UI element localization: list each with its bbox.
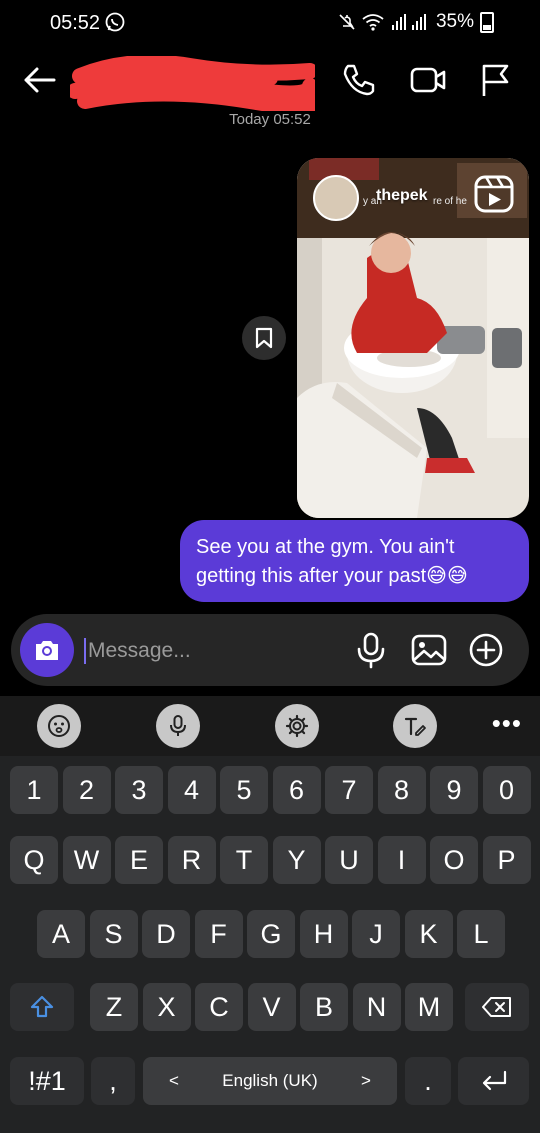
date-separator: Today 05:52: [229, 111, 311, 128]
gallery-icon[interactable]: [407, 628, 451, 672]
bookmark-icon: [255, 327, 273, 349]
reel-author-username[interactable]: thepek: [376, 187, 428, 205]
key-x[interactable]: X: [142, 983, 191, 1031]
key-m[interactable]: M: [405, 983, 453, 1031]
save-reel-button[interactable]: [242, 316, 286, 360]
key-l[interactable]: L: [457, 910, 505, 958]
key-k[interactable]: K: [404, 910, 453, 958]
key-t[interactable]: T: [220, 836, 268, 884]
symbols-key[interactable]: !#1: [10, 1057, 84, 1105]
wifi-icon: [362, 14, 384, 31]
key-r[interactable]: R: [167, 836, 216, 884]
chat-header: [0, 48, 540, 112]
gear-icon: [285, 714, 309, 738]
key-d[interactable]: D: [142, 910, 190, 958]
key-w[interactable]: W: [62, 836, 111, 884]
text-edit-icon: [404, 717, 426, 736]
keyboard: ••• 1234567890 QWERTYUIOP ASDFGHJKL ZXCVBNM…: [0, 696, 540, 1133]
comma-key[interactable]: ,: [91, 1057, 135, 1105]
key-4[interactable]: 4: [167, 766, 216, 814]
microphone-icon[interactable]: [349, 628, 393, 672]
key-f[interactable]: F: [194, 910, 243, 958]
add-plus-icon[interactable]: [464, 628, 508, 672]
language-prev-icon: <: [169, 1071, 179, 1090]
camera-icon: [36, 641, 58, 660]
emoji-button[interactable]: [37, 704, 81, 748]
enter-icon: [482, 1070, 506, 1091]
key-y[interactable]: Y: [272, 836, 321, 884]
whatsapp-icon: [105, 12, 125, 32]
enter-key[interactable]: [458, 1057, 529, 1105]
sent-message-bubble[interactable]: See you at the gym. You ain't getting th…: [180, 520, 529, 602]
message-input[interactable]: [86, 632, 350, 670]
key-1[interactable]: 1: [10, 766, 58, 814]
key-s[interactable]: S: [89, 910, 138, 958]
key-6[interactable]: 6: [272, 766, 321, 814]
camera-button[interactable]: [20, 623, 74, 677]
battery-icon: [480, 11, 494, 33]
period-key[interactable]: .: [405, 1057, 451, 1105]
key-5[interactable]: 5: [220, 766, 268, 814]
key-8[interactable]: 8: [377, 766, 426, 814]
key-v[interactable]: V: [247, 983, 296, 1031]
key-c[interactable]: C: [195, 983, 243, 1031]
signal-icon: [391, 14, 426, 30]
key-e[interactable]: E: [115, 836, 163, 884]
shared-reel-card[interactable]: y an thepek re of he: [297, 158, 529, 518]
key-9[interactable]: 9: [430, 766, 478, 814]
key-z[interactable]: Z: [90, 983, 138, 1031]
key-a[interactable]: A: [37, 910, 85, 958]
key-0[interactable]: 0: [482, 766, 531, 814]
key-n[interactable]: N: [352, 983, 401, 1031]
key-h[interactable]: H: [299, 910, 348, 958]
reel-author-avatar[interactable]: [313, 175, 359, 221]
key-p[interactable]: P: [482, 836, 531, 884]
backspace-icon: [482, 997, 511, 1017]
language-next-icon: >: [361, 1071, 371, 1090]
back-arrow-icon[interactable]: [20, 60, 60, 100]
key-q[interactable]: Q: [10, 836, 58, 884]
microphone-icon: [170, 715, 186, 736]
spacebar-language-key[interactable]: < English (UK) >: [143, 1057, 397, 1105]
battery-percent: 35%: [435, 11, 474, 32]
keyboard-toolbar: •••: [0, 696, 540, 756]
status-time: 05:52: [50, 12, 101, 34]
reel-caption-suffix: re of he: [433, 196, 467, 207]
voice-input-button[interactable]: [156, 704, 200, 748]
shift-key[interactable]: [10, 983, 74, 1031]
status-bar: 05:52 35%: [0, 0, 540, 48]
shift-arrow-icon: [30, 995, 54, 1018]
key-i[interactable]: I: [377, 836, 426, 884]
key-j[interactable]: J: [352, 910, 400, 958]
mute-icon: [339, 14, 355, 30]
key-7[interactable]: 7: [325, 766, 373, 814]
language-label: English (UK): [222, 1071, 318, 1090]
backspace-key[interactable]: [465, 983, 529, 1031]
key-2[interactable]: 2: [62, 766, 111, 814]
key-g[interactable]: G: [247, 910, 295, 958]
key-o[interactable]: O: [430, 836, 478, 884]
keyboard-settings-button[interactable]: [275, 704, 319, 748]
report-flag-icon[interactable]: [475, 60, 515, 100]
reels-icon: [474, 175, 514, 213]
phone-call-icon[interactable]: [338, 60, 378, 100]
status-icons: 35%: [338, 11, 494, 33]
emoji-icon: [48, 715, 70, 737]
key-u[interactable]: U: [325, 836, 373, 884]
more-options-icon[interactable]: •••: [492, 708, 522, 739]
key-b[interactable]: B: [300, 983, 348, 1031]
key-3[interactable]: 3: [115, 766, 163, 814]
text-style-button[interactable]: [393, 704, 437, 748]
redacted-username-scribble: [70, 56, 315, 111]
video-call-icon[interactable]: [408, 60, 448, 100]
message-composer: [11, 614, 529, 686]
